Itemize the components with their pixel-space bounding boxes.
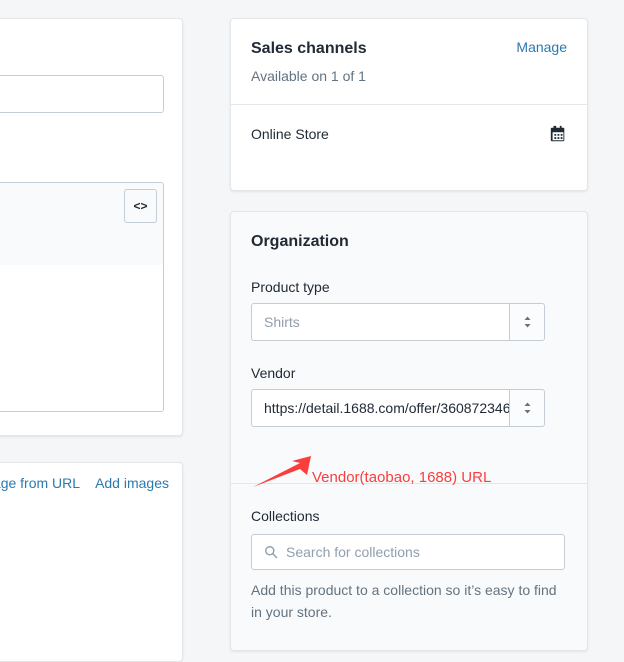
collections-label: Collections xyxy=(251,508,320,524)
organization-body: Organization Product type Shirts Vendor … xyxy=(231,212,587,465)
vendor-value: https://detail.1688.com/offer/360872346: xyxy=(264,399,509,416)
channel-name-online-store: Online Store xyxy=(251,125,329,142)
description-editor-body[interactable] xyxy=(0,265,164,412)
product-type-select[interactable]: Shirts xyxy=(251,302,545,341)
online-store-channel-row[interactable]: Online Store xyxy=(231,103,587,163)
add-images-link[interactable]: Add images xyxy=(95,475,169,491)
sales-channels-availability: Available on 1 of 1 xyxy=(251,67,366,84)
html-code-icon-button[interactable]: <> xyxy=(124,189,157,223)
product-title-input[interactable] xyxy=(0,75,164,113)
organization-heading: Organization xyxy=(251,233,349,250)
collections-help-text: Add this product to a collection so it’s… xyxy=(251,582,557,620)
sales-channels-header-row: Sales channels Manage xyxy=(251,39,567,60)
sales-channels-header-section: Sales channels Manage Available on 1 of … xyxy=(231,19,587,104)
vendor-select[interactable]: https://detail.1688.com/offer/360872346: xyxy=(251,388,545,427)
add-image-from-url-link[interactable]: mage from URL xyxy=(0,475,80,491)
manage-channels-link[interactable]: Manage xyxy=(516,39,567,55)
collections-search-placeholder: Search for collections xyxy=(286,544,420,560)
sales-channels-heading: Sales channels xyxy=(251,40,367,57)
product-images-card: mage from URL Add images xyxy=(0,462,183,662)
images-actions: mage from URL Add images xyxy=(0,475,169,491)
organization-card: Organization Product type Shirts Vendor … xyxy=(230,211,588,651)
collections-field: Collections Search for collections Add t… xyxy=(251,508,569,623)
product-type-value: Shirts xyxy=(264,313,300,330)
vendor-label: Vendor xyxy=(251,364,296,381)
organization-divider xyxy=(231,483,587,484)
description-editor-toolbar: <> xyxy=(0,182,164,265)
product-description-card: <> xyxy=(0,18,183,436)
search-icon xyxy=(252,545,286,559)
product-type-stepper-icon[interactable] xyxy=(509,303,544,340)
channel-row-inner: Online Store xyxy=(251,125,567,143)
collections-search-input[interactable]: Search for collections xyxy=(251,534,565,570)
vendor-field: Vendor https://detail.1688.com/offer/360… xyxy=(251,365,567,427)
calendar-icon xyxy=(549,125,567,143)
vendor-stepper-icon[interactable] xyxy=(509,389,544,426)
sales-channels-card: Sales channels Manage Available on 1 of … xyxy=(230,18,588,191)
product-type-label: Product type xyxy=(251,278,330,295)
product-type-field: Product type Shirts xyxy=(251,279,567,341)
